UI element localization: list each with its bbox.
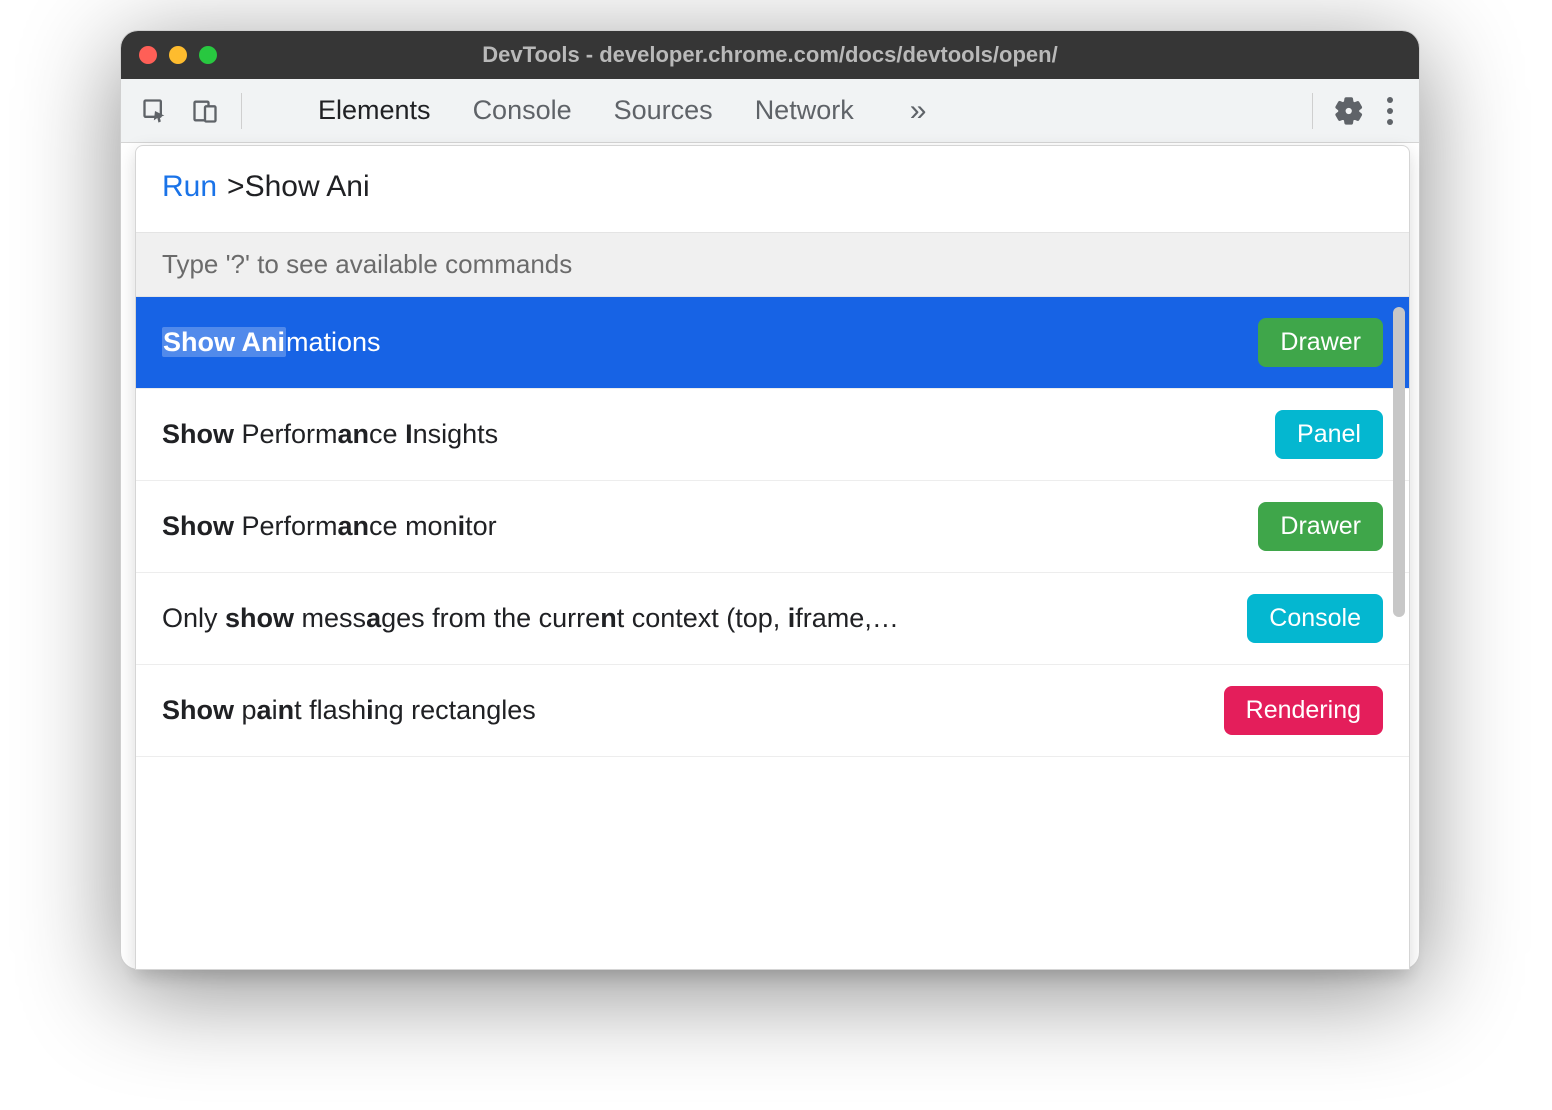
minimize-window-button[interactable]	[169, 46, 187, 64]
command-results: Show AnimationsDrawerShow Performance In…	[136, 297, 1409, 969]
maximize-window-button[interactable]	[199, 46, 217, 64]
tab-network[interactable]: Network	[755, 95, 854, 126]
command-result[interactable]: Only show messages from the current cont…	[136, 573, 1409, 665]
result-badge: Panel	[1275, 410, 1383, 459]
command-input[interactable]: >Show Ani	[227, 170, 370, 204]
window-title: DevTools - developer.chrome.com/docs/dev…	[121, 42, 1419, 68]
command-result[interactable]: Show AnimationsDrawer	[136, 297, 1409, 389]
result-badge: Drawer	[1258, 502, 1383, 551]
command-hint: Type '?' to see available commands	[136, 232, 1409, 297]
devtools-toolbar: Elements Console Sources Network »	[121, 79, 1419, 143]
window-controls	[139, 46, 217, 64]
device-toolbar-icon[interactable]	[185, 91, 225, 131]
toolbar-divider	[1312, 93, 1313, 129]
settings-gear-icon[interactable]	[1329, 91, 1369, 131]
command-result[interactable]: Show Performance monitorDrawer	[136, 481, 1409, 573]
window-titlebar: DevTools - developer.chrome.com/docs/dev…	[121, 31, 1419, 79]
tab-sources[interactable]: Sources	[614, 95, 713, 126]
command-input-row[interactable]: Run >Show Ani	[136, 146, 1409, 232]
command-result[interactable]: Show paint flashing rectanglesRendering	[136, 665, 1409, 757]
command-result[interactable]: Show Performance InsightsPanel	[136, 389, 1409, 481]
command-menu: Run >Show Ani Type '?' to see available …	[135, 145, 1410, 970]
result-badge: Rendering	[1224, 686, 1383, 735]
panel-tabs: Elements Console Sources Network »	[318, 94, 1296, 128]
devtools-window: DevTools - developer.chrome.com/docs/dev…	[120, 30, 1420, 970]
result-label: Show paint flashing rectangles	[162, 695, 1224, 726]
tab-elements[interactable]: Elements	[318, 95, 431, 126]
result-label: Only show messages from the current cont…	[162, 603, 1247, 634]
inspect-element-icon[interactable]	[135, 91, 175, 131]
more-tabs-icon[interactable]: »	[896, 94, 941, 128]
result-label: Show Animations	[162, 327, 1258, 358]
result-label: Show Performance monitor	[162, 511, 1258, 542]
result-label: Show Performance Insights	[162, 419, 1275, 450]
toolbar-divider	[241, 93, 242, 129]
result-badge: Drawer	[1258, 318, 1383, 367]
command-prefix: Run	[162, 170, 217, 204]
close-window-button[interactable]	[139, 46, 157, 64]
result-badge: Console	[1247, 594, 1383, 643]
tab-console[interactable]: Console	[473, 95, 572, 126]
more-options-icon[interactable]	[1375, 97, 1405, 125]
scrollbar-thumb[interactable]	[1393, 307, 1405, 617]
